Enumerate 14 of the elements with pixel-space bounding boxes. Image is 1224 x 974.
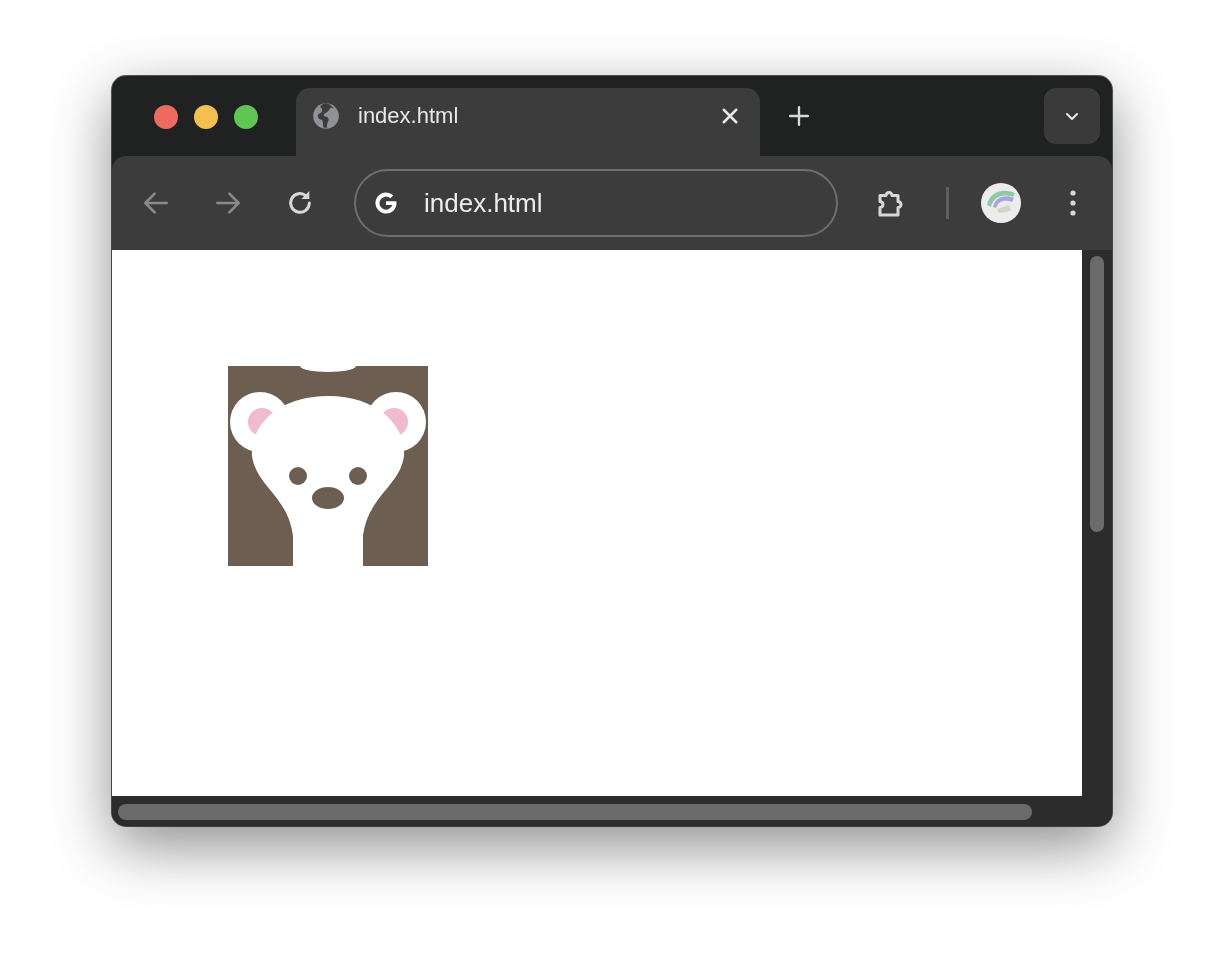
profile-avatar-icon[interactable] [981, 183, 1021, 223]
close-window-button[interactable] [154, 105, 178, 129]
vertical-scrollbar[interactable] [1082, 250, 1112, 796]
close-tab-icon[interactable] [720, 106, 740, 126]
more-options-icon[interactable] [1069, 189, 1077, 217]
globe-icon [312, 102, 340, 130]
address-bar[interactable]: index.html [354, 169, 838, 237]
new-tab-icon[interactable] [788, 105, 810, 127]
horizontal-scrollbar[interactable] [112, 796, 1112, 826]
tab-title: index.html [358, 103, 460, 129]
minimize-window-button[interactable] [194, 105, 218, 129]
zoom-window-button[interactable] [234, 105, 258, 129]
url-text: index.html [424, 187, 543, 219]
browser-tab[interactable]: index.html [296, 88, 760, 156]
